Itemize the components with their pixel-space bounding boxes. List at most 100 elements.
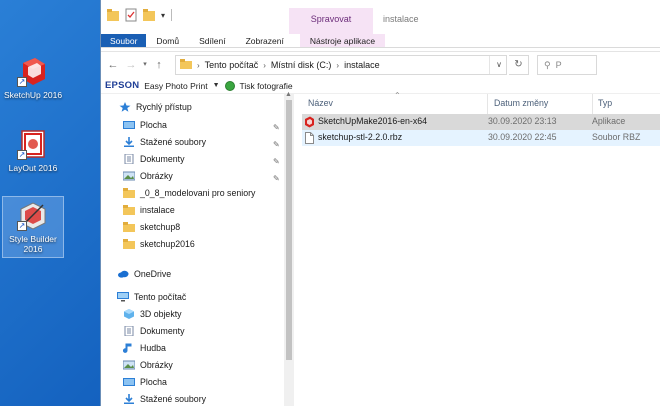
chevron-right-icon: › <box>263 60 266 70</box>
sidebar-item-label: Obrázky <box>140 359 173 370</box>
up-arrow-icon[interactable]: ↑ <box>151 56 167 74</box>
sidebar-item-label: Dokumenty <box>140 325 185 336</box>
sidebar-item-label: Stažené soubory <box>140 136 207 147</box>
sidebar-item-pictures[interactable]: Obrázky <box>122 167 173 184</box>
folder-icon <box>180 59 192 71</box>
sidebar-item-label: sketchup8 <box>140 221 181 232</box>
sidebar-item-folder-sketchup2016[interactable]: sketchup2016 <box>123 235 195 252</box>
title-bar: ▾ Spravovat instalace <box>101 0 660 34</box>
sidebar-item-folder-modelovani[interactable]: _0_8_modelovani pro seniory <box>123 184 255 201</box>
print-photos-button[interactable]: Tisk fotografie <box>240 81 293 91</box>
file-type: Soubor RBZ <box>592 132 641 142</box>
sidebar-item-quick-access[interactable]: Rychlý přístup <box>119 98 192 115</box>
sidebar-item-folder-instalace[interactable]: instalace <box>123 201 175 218</box>
sidebar-item-this-pc[interactable]: Tento počítač <box>117 288 186 305</box>
sidebar-item-pictures-pc[interactable]: Obrázky <box>122 356 173 373</box>
desktop-icon-layout[interactable]: ↗ LayOut 2016 <box>3 128 63 173</box>
file-row[interactable]: sketchup-stl-2.2.0.rbz 30.09.2020 22:45 … <box>302 130 660 146</box>
folder-icon[interactable] <box>107 8 119 22</box>
tab-home[interactable]: Domů <box>146 34 189 47</box>
desktop-folder-icon <box>123 120 135 130</box>
tab-file[interactable]: Soubor <box>101 34 147 47</box>
documents-icon <box>123 325 135 336</box>
recent-locations-icon[interactable]: ▾ <box>141 56 149 74</box>
breadcrumb-local-disk[interactable]: Místní disk (C:) <box>271 60 332 70</box>
column-header-type[interactable]: Typ <box>598 98 612 108</box>
desktop-folder-icon <box>123 377 135 387</box>
pin-icon[interactable]: ✎ <box>273 174 280 183</box>
sidebar-item-documents-pc[interactable]: Dokumenty <box>123 322 185 339</box>
tab-share[interactable]: Sdílení <box>189 34 235 47</box>
pin-icon[interactable]: ✎ <box>273 140 280 149</box>
epson-logo: EPSON <box>105 80 140 91</box>
address-field[interactable]: › Tento počítač › Místní disk (C:) › ins… <box>175 55 507 75</box>
sidebar-item-downloads[interactable]: Stažené soubory <box>123 133 206 150</box>
manage-context-tab[interactable]: Spravovat <box>289 8 373 34</box>
file-name: SketchUpMake2016-en-x64 <box>318 116 428 126</box>
sidebar-item-label: Hudba <box>140 342 166 353</box>
column-divider[interactable] <box>487 94 488 114</box>
file-date: 30.09.2020 22:45 <box>488 132 557 142</box>
computer-icon <box>117 291 129 302</box>
qat-dropdown-icon[interactable]: ▾ <box>161 11 165 20</box>
sidebar-item-folder-sketchup8[interactable]: sketchup8 <box>123 218 180 235</box>
column-divider[interactable] <box>592 94 593 114</box>
breadcrumb-instalace[interactable]: instalace <box>344 60 380 70</box>
column-header-date[interactable]: Datum změny <box>494 98 548 108</box>
navigation-scrollbar[interactable]: ▲ <box>284 91 294 406</box>
sidebar-item-3d-objects[interactable]: 3D objekty <box>123 305 182 322</box>
file-list-pane: ⌃ Název Datum změny Typ SketchUpMake2016… <box>294 91 660 406</box>
file-icon <box>304 132 315 144</box>
chevron-right-icon: › <box>197 60 200 70</box>
refresh-icon[interactable]: ↻ <box>509 55 529 75</box>
layout-icon: ↗ <box>17 128 49 160</box>
breadcrumb-this-pc[interactable]: Tento počítač <box>205 60 259 70</box>
sidebar-item-label: sketchup2016 <box>140 238 195 249</box>
chevron-right-icon: › <box>336 60 340 70</box>
forward-arrow-icon[interactable]: → <box>123 56 139 74</box>
sidebar-item-desktop-pc[interactable]: Plocha <box>123 373 167 390</box>
sidebar-item-label: Rychlý přístup <box>136 101 192 112</box>
content-area: Rychlý přístup Plocha ✎ Stažené soubory … <box>101 91 660 406</box>
sidebar-item-documents[interactable]: Dokumenty <box>123 150 185 167</box>
documents-icon <box>123 153 135 164</box>
folder-icon <box>123 238 135 249</box>
desktop-icon-sketchup[interactable]: ↗ SketchUp 2016 <box>3 55 63 100</box>
properties-icon[interactable] <box>125 8 137 22</box>
scroll-up-arrow-icon[interactable]: ▲ <box>285 91 292 98</box>
tab-view[interactable]: Zobrazení <box>236 34 294 47</box>
file-row[interactable]: SketchUpMake2016-en-x64 30.09.2020 23:13… <box>302 114 660 130</box>
sidebar-item-onedrive[interactable]: OneDrive <box>117 265 171 282</box>
dropdown-caret-icon[interactable]: ▼ <box>213 82 220 89</box>
pictures-icon <box>122 171 136 181</box>
cloud-icon <box>117 269 129 279</box>
qat-divider <box>171 9 173 21</box>
file-date: 30.09.2020 23:13 <box>488 116 557 126</box>
tab-application-tools[interactable]: Nástroje aplikace <box>299 34 386 47</box>
pin-icon[interactable]: ✎ <box>273 157 280 166</box>
address-dropdown-icon[interactable]: ∨ <box>489 56 502 74</box>
pictures-icon <box>122 360 136 370</box>
address-bar-row: ← → ▾ ↑ › Tento počítač › Místní disk (C… <box>101 52 660 78</box>
desktop-icon-label: SketchUp 2016 <box>3 90 63 100</box>
easy-photo-print-button[interactable]: Easy Photo Print <box>144 81 207 91</box>
pin-icon[interactable]: ✎ <box>273 123 280 132</box>
column-header-name[interactable]: Název <box>308 98 333 108</box>
file-name: sketchup-stl-2.2.0.rbz <box>318 132 403 142</box>
scrollbar-thumb[interactable] <box>286 100 292 360</box>
folder-icon <box>123 221 135 232</box>
sidebar-item-label: instalace <box>140 204 175 215</box>
sidebar-item-downloads-pc[interactable]: Stažené soubory <box>123 390 206 406</box>
sidebar-item-label: Plocha <box>140 119 167 130</box>
search-input[interactable]: ⚲ P <box>537 55 597 75</box>
desktop-icon-style-builder[interactable]: ↗ Style Builder 2016 <box>2 196 64 258</box>
globe-icon <box>224 80 235 91</box>
search-icon: ⚲ <box>544 59 551 70</box>
ribbon-tabs: Soubor Domů Sdílení Zobrazení Nástroje a… <box>101 34 660 48</box>
back-arrow-icon[interactable]: ← <box>105 56 121 74</box>
folder-icon <box>123 204 135 215</box>
sidebar-item-music[interactable]: Hudba <box>122 339 166 356</box>
column-headers: ⌃ Název Datum změny Typ <box>294 91 660 114</box>
new-folder-icon[interactable] <box>143 8 155 22</box>
sidebar-item-plocha[interactable]: Plocha <box>123 116 167 133</box>
